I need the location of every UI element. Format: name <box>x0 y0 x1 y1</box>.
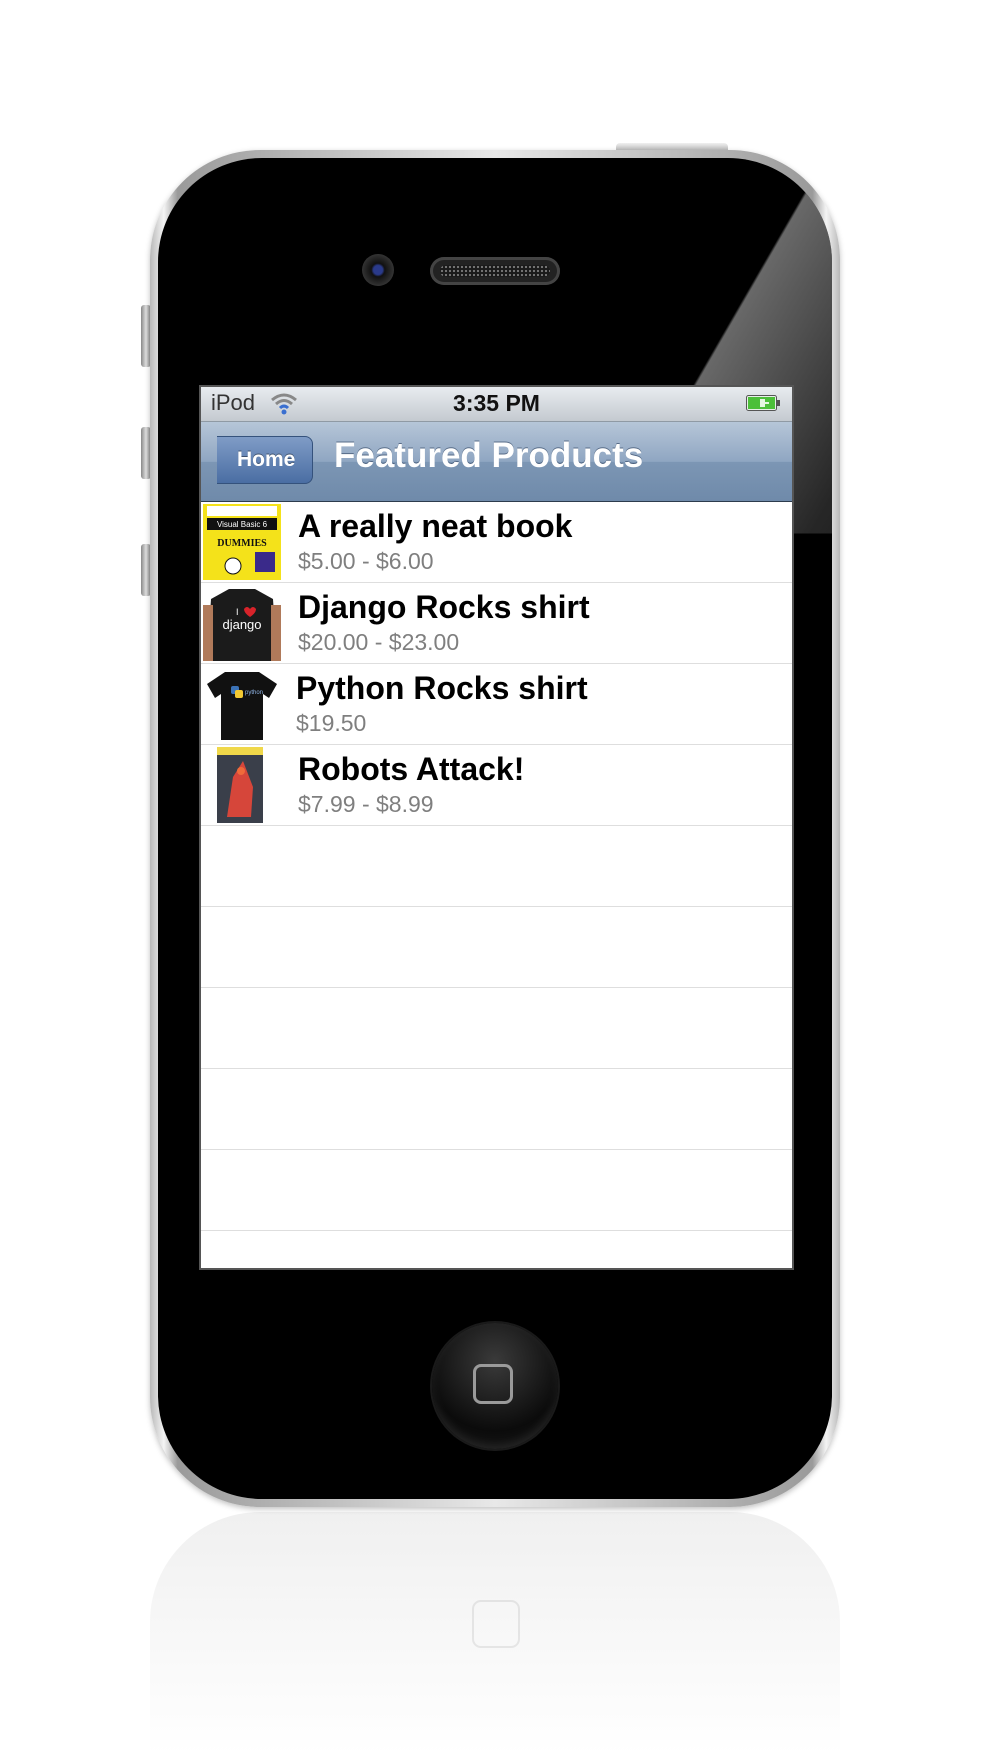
product-title: Python Rocks shirt <box>296 670 588 706</box>
home-square-icon <box>473 1364 513 1404</box>
product-title: Robots Attack! <box>298 751 525 787</box>
shirt-text-i: I <box>236 607 239 617</box>
product-title: A really neat book <box>298 508 573 544</box>
back-button-label: Home <box>237 448 296 471</box>
product-list: Visual Basic 6 DUMMIES A really neat boo… <box>201 502 792 1268</box>
book-cover-series: DUMMIES <box>217 538 267 549</box>
empty-list-row <box>201 826 792 907</box>
empty-list-row <box>201 1069 792 1150</box>
empty-list-row <box>201 1231 792 1268</box>
empty-list-row <box>201 988 792 1069</box>
phone-screen: iPod 3:35 PM Home Featured Products Visu… <box>199 385 794 1270</box>
status-bar: iPod 3:35 PM <box>201 387 792 422</box>
earpiece-speaker <box>430 257 560 285</box>
product-price: $20.00 - $23.00 <box>298 629 460 655</box>
shirt-text-django: django <box>222 617 261 632</box>
product-price: $19.50 <box>296 710 367 736</box>
home-button[interactable] <box>432 1323 558 1449</box>
product-title: Django Rocks shirt <box>298 589 590 625</box>
page-title: Featured Products <box>334 436 644 475</box>
empty-list-row <box>201 1150 792 1231</box>
battery-charging-icon <box>746 395 780 411</box>
shirt-text-python: python <box>245 690 263 696</box>
robots-book-thumbnail <box>203 747 281 823</box>
python-shirt-thumbnail: python <box>203 666 281 742</box>
product-row[interactable]: Visual Basic 6 DUMMIES A really neat boo… <box>201 502 792 583</box>
django-shirt-thumbnail: I django <box>203 585 281 661</box>
empty-rows <box>201 826 792 1268</box>
product-row[interactable]: Robots Attack! $7.99 - $8.99 <box>201 745 792 826</box>
product-price: $5.00 - $6.00 <box>298 548 434 574</box>
front-camera <box>362 254 394 286</box>
home-back-button[interactable]: Home <box>217 436 313 484</box>
product-row[interactable]: I django Django Rocks shirt $20.00 - $23… <box>201 583 792 664</box>
book-cover-title: Visual Basic 6 <box>217 520 268 529</box>
phone-reflection <box>150 1512 840 1755</box>
empty-list-row <box>201 907 792 988</box>
home-button-reflection <box>472 1600 520 1648</box>
product-row[interactable]: python Python Rocks shirt $19.50 <box>201 664 792 745</box>
product-price: $7.99 - $8.99 <box>298 791 434 817</box>
book-dummies-thumbnail: Visual Basic 6 DUMMIES <box>203 504 281 580</box>
navigation-bar: Home Featured Products <box>201 422 792 502</box>
status-time: 3:35 PM <box>453 390 540 416</box>
